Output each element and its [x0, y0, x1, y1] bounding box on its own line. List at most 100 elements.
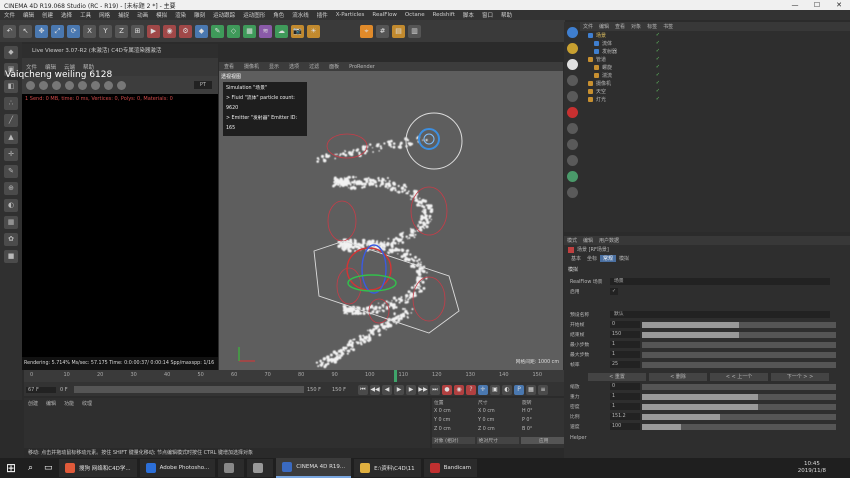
menu-item[interactable]: 帮助: [497, 11, 516, 19]
menu-item[interactable]: 渲染: [171, 11, 190, 19]
menu-item[interactable]: 窗口: [478, 11, 497, 19]
square-emitter-icon[interactable]: [566, 59, 578, 70]
menu-item[interactable]: 脚本: [459, 11, 478, 19]
timeline-ruler[interactable]: 0 10 20 30 40 50 60 70 80 90 100 110 120 130 140 150: [24, 370, 564, 382]
lock-icon[interactable]: [78, 80, 87, 90]
value-field[interactable]: 1: [610, 351, 640, 358]
object-list-item[interactable]: 螺旋 ✓: [580, 63, 850, 71]
viewport-menu-item[interactable]: 面板: [324, 63, 344, 70]
tweak-mode-icon[interactable]: ✎: [4, 165, 18, 178]
visibility-check-icon[interactable]: ✓: [656, 96, 660, 102]
scale-icon[interactable]: ⤢: [51, 24, 64, 38]
visibility-check-icon[interactable]: ✓: [656, 80, 660, 86]
max-frame-field[interactable]: 150 F: [332, 387, 356, 393]
render-settings-icon[interactable]: ⚙: [179, 24, 192, 38]
value-slider[interactable]: [642, 413, 836, 420]
workplane-icon[interactable]: ▥: [408, 24, 421, 38]
object-list-item[interactable]: 场景 ✓: [580, 31, 850, 39]
object-menu-item[interactable]: 标签: [644, 23, 660, 30]
object-menu-item[interactable]: 编辑: [596, 23, 612, 30]
move-icon[interactable]: ✥: [35, 24, 48, 38]
value-slider[interactable]: [642, 423, 836, 430]
array-icon[interactable]: ▦: [243, 24, 256, 38]
param-key-icon[interactable]: P: [514, 384, 524, 395]
taskbar-app[interactable]: Adobe Photosho...: [139, 459, 216, 477]
scene-icon[interactable]: ☁: [275, 24, 288, 38]
visibility-check-icon[interactable]: ✓: [656, 64, 660, 70]
playhead[interactable]: [394, 370, 397, 382]
x-axis-icon[interactable]: X: [83, 24, 96, 38]
coord-field[interactable]: Z 0 cm: [432, 427, 476, 432]
close-button[interactable]: ✕: [828, 1, 850, 9]
attribute-nav-button[interactable]: < 删除: [649, 373, 707, 381]
taskbar-app[interactable]: [218, 459, 245, 477]
menu-item[interactable]: 工具: [76, 11, 95, 19]
y-axis-icon[interactable]: Y: [99, 24, 112, 38]
k-volume-icon[interactable]: [566, 187, 578, 198]
next-key-icon[interactable]: ▶▶: [418, 384, 428, 395]
visibility-check-icon[interactable]: ✓: [656, 40, 660, 46]
viewport-menu-item[interactable]: 查看: [219, 63, 239, 70]
system-clock[interactable]: 10:45 2019/11/8: [798, 461, 850, 475]
polygons-mode-icon[interactable]: ▲: [4, 131, 18, 144]
pointer-icon[interactable]: ↖: [19, 24, 32, 38]
object-list-item[interactable]: 管道 ✓: [580, 55, 850, 63]
render-view-icon[interactable]: ▶: [147, 24, 160, 38]
value-field[interactable]: 0: [610, 321, 640, 328]
circle-emitter-icon[interactable]: [566, 75, 578, 86]
menu-item[interactable]: Octane: [401, 12, 429, 18]
object-list-item[interactable]: 发射器 ✓: [580, 47, 850, 55]
value-field[interactable]: 100: [610, 423, 640, 430]
pick-icon[interactable]: [117, 80, 126, 90]
autokey-icon[interactable]: ◉: [454, 384, 464, 395]
prev-key-icon[interactable]: ◀◀: [370, 384, 380, 395]
end-frame-field[interactable]: 150 F: [307, 387, 329, 393]
menu-item[interactable]: 雕刻: [190, 11, 209, 19]
play-icon[interactable]: ▶: [394, 384, 404, 395]
coord-field[interactable]: Y 0 cm: [432, 418, 476, 423]
value-field[interactable]: 1: [610, 393, 640, 400]
value-field[interactable]: 151.2: [610, 413, 640, 420]
value-field[interactable]: 25: [610, 361, 640, 368]
viewport-menu-item[interactable]: ProRender: [344, 64, 380, 70]
value-field[interactable]: 150: [610, 331, 640, 338]
mat-menu-texture[interactable]: 纹理: [78, 398, 96, 409]
visibility-check-icon[interactable]: ✓: [656, 56, 660, 62]
render-mode-select[interactable]: PT: [193, 81, 212, 89]
windows-start-icon[interactable]: ⊞: [6, 461, 20, 475]
coord-icon[interactable]: ⊞: [131, 24, 144, 38]
attribute-nav-button[interactable]: < 重置: [588, 373, 646, 381]
undo-icon[interactable]: ↶: [3, 24, 16, 38]
apply-button[interactable]: 应用: [521, 437, 565, 444]
realflow-icon[interactable]: [566, 27, 578, 38]
current-frame-field[interactable]: 67 F: [26, 386, 56, 393]
minimize-button[interactable]: —: [784, 1, 806, 9]
prev-frame-icon[interactable]: ◀: [382, 384, 392, 395]
menu-item[interactable]: 文件: [0, 11, 19, 19]
tab-general[interactable]: 常规: [600, 255, 617, 262]
region-icon[interactable]: [104, 80, 113, 90]
value-slider[interactable]: [642, 403, 836, 410]
render-icon[interactable]: ◉: [163, 24, 176, 38]
task-view-icon[interactable]: ▭: [44, 463, 56, 473]
object-list-item[interactable]: 摄像机 ✓: [580, 79, 850, 87]
goto-end-icon[interactable]: ⏭: [430, 384, 440, 395]
tab-coord[interactable]: 坐标: [584, 255, 600, 262]
value-slider[interactable]: [642, 351, 836, 358]
menu-item[interactable]: 网格: [95, 11, 114, 19]
menu-item[interactable]: 捕捉: [114, 11, 133, 19]
menu-item[interactable]: Redshift: [429, 12, 459, 18]
record-sim-icon[interactable]: [566, 107, 578, 118]
viewport-menu-item[interactable]: 过滤: [304, 63, 324, 70]
coord-mode-select[interactable]: 对象 (相对): [432, 437, 475, 444]
daemon-icon[interactable]: [566, 123, 578, 134]
menu-item[interactable]: 编辑: [19, 11, 38, 19]
deformer-icon[interactable]: ≋: [259, 24, 272, 38]
visibility-check-icon[interactable]: ✓: [656, 72, 660, 78]
value-field[interactable]: 1: [610, 341, 640, 348]
coord-field[interactable]: X 0 cm: [432, 409, 476, 414]
menu-item[interactable]: RealFlow: [368, 12, 400, 18]
scale-key-icon[interactable]: ▣: [490, 384, 500, 395]
stop-render-icon[interactable]: [52, 80, 61, 90]
z-axis-icon[interactable]: Z: [115, 24, 128, 38]
